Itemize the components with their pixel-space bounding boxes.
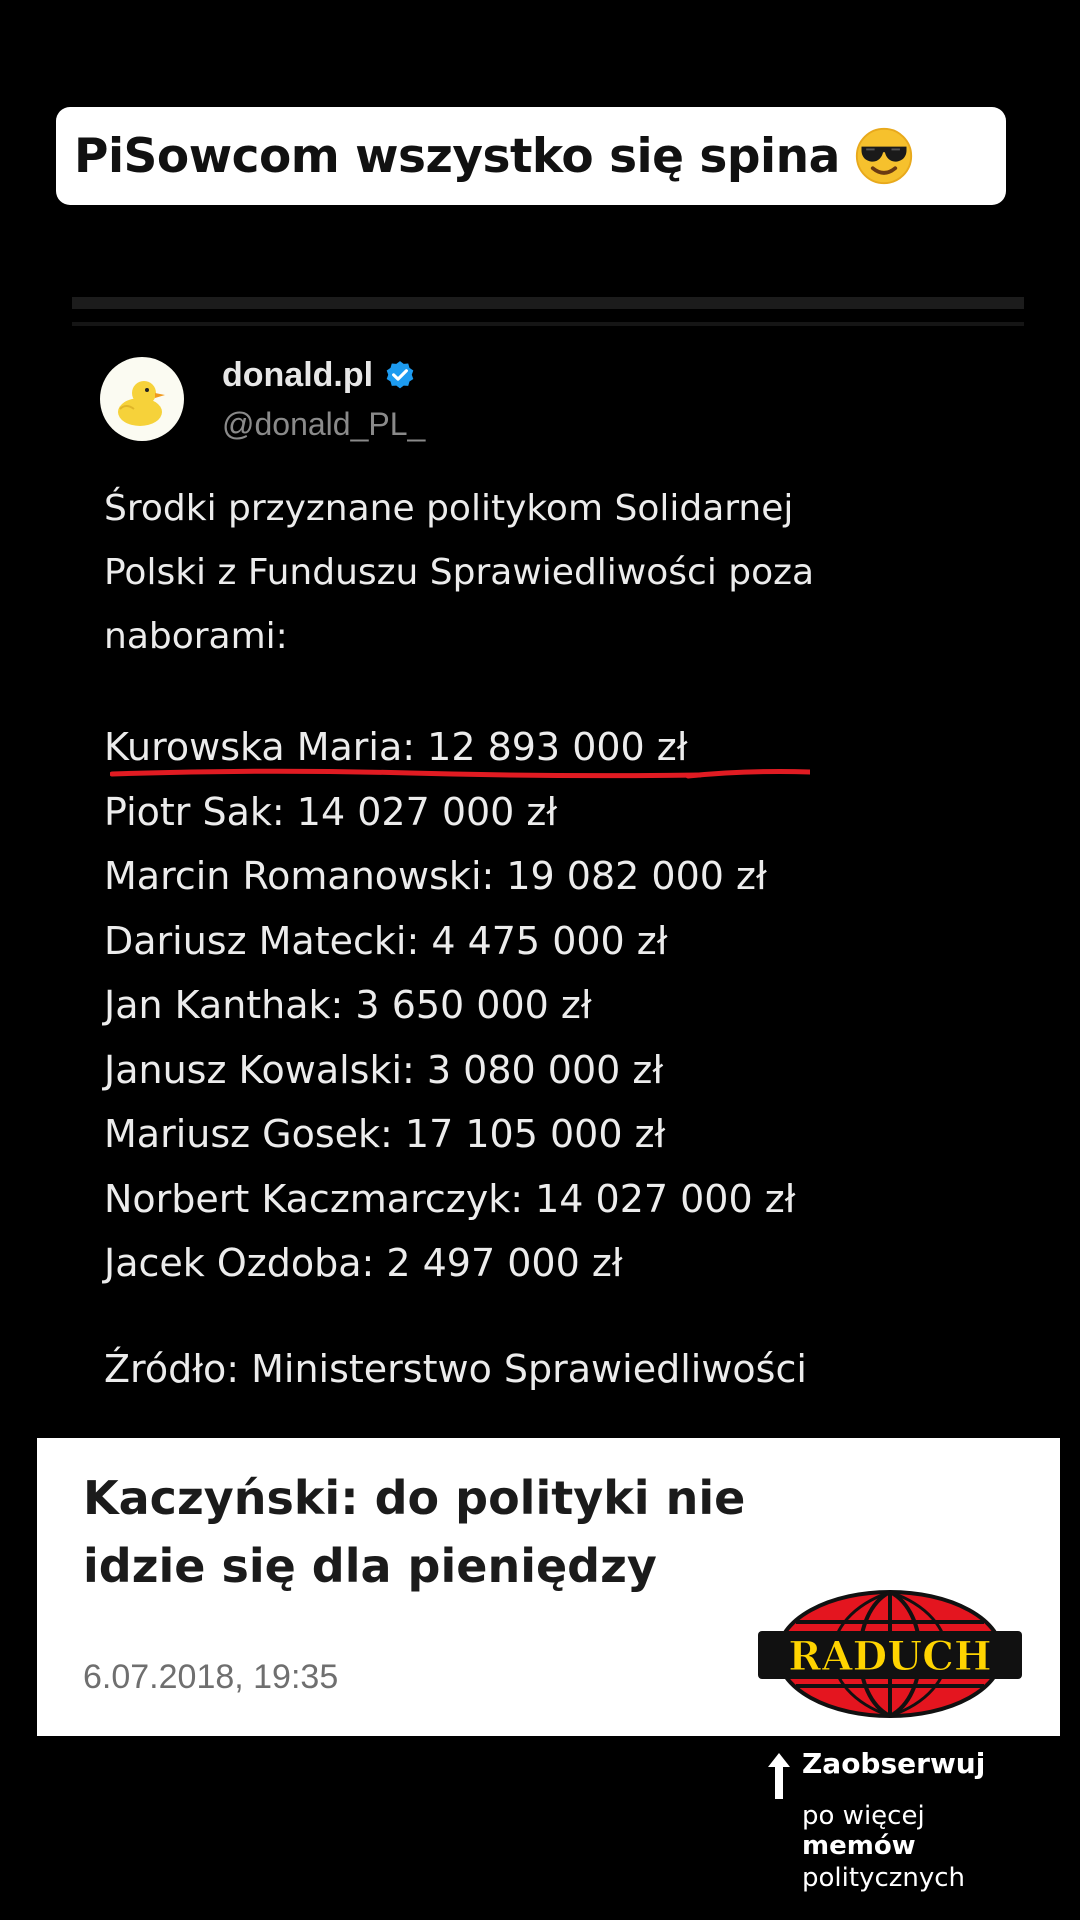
allocation-list: Kurowska Maria: 12 893 000 zł Piotr Sak:… <box>104 715 795 1296</box>
thin-divider <box>72 322 1024 326</box>
list-item: Marcin Romanowski: 19 082 000 zł <box>104 854 767 898</box>
list-item: Dariusz Matecki: 4 475 000 zł <box>104 918 668 963</box>
list-item: Jan Kanthak: 3 650 000 zł <box>104 983 592 1027</box>
author-name[interactable]: donald.pl <box>222 356 373 395</box>
red-underline <box>110 768 810 779</box>
news-date: 6.07.2018, 19:35 <box>83 1658 339 1696</box>
caption-text: PiSowcom wszystko się spina <box>74 128 840 184</box>
tweet-intro-line: naborami: <box>104 616 288 657</box>
verified-badge-icon <box>386 360 414 388</box>
list-item: Janusz Kowalski: 3 080 000 zł <box>104 1047 664 1092</box>
list-item: Mariusz Gosek: 17 105 000 zł <box>104 1112 666 1156</box>
tweet-intro-line: Środki przyznane politykom Solidarnej <box>104 488 794 529</box>
list-item: Piotr Sak: 14 027 000 zł <box>104 789 558 834</box>
tweet-intro: Środki przyznane politykom Solidarnej Po… <box>104 477 814 669</box>
tweet-author[interactable]: donald.pl <box>222 356 417 395</box>
list-item: Jacek Ozdoba: 2 497 000 zł <box>104 1241 623 1285</box>
top-divider <box>72 297 1024 309</box>
follow-line: memów <box>802 1831 916 1861</box>
meme-caption: PiSowcom wszystko się spina <box>56 107 1006 205</box>
logo-text: RADUCH <box>788 1633 991 1680</box>
news-card[interactable]: Kaczyński: do polityki nie idzie się dla… <box>37 1438 1060 1736</box>
list-item: Norbert Kaczmarczyk: 14 027 000 zł <box>104 1176 796 1221</box>
rubber-duck-avatar[interactable] <box>100 357 184 441</box>
duck-icon <box>118 381 165 426</box>
tweet-intro-line: Polski z Funduszu Sprawiedliwości poza <box>104 552 815 593</box>
raduch-logo: RADUCH <box>758 1590 1022 1718</box>
follow-title[interactable]: Zaobserwuj <box>802 1747 985 1780</box>
news-headline[interactable]: Kaczyński: do polityki nie idzie się dla… <box>83 1464 843 1600</box>
tweet-handle[interactable]: @donald_PL_ <box>222 406 425 443</box>
follow-line: politycznych <box>802 1863 966 1893</box>
tweet-source: Źródło: Ministerstwo Sprawiedliwości <box>104 1347 807 1391</box>
follow-line: po więcej <box>802 1801 925 1831</box>
smiling-face-with-sunglasses-icon <box>855 127 912 185</box>
up-arrow-icon <box>768 1753 790 1799</box>
